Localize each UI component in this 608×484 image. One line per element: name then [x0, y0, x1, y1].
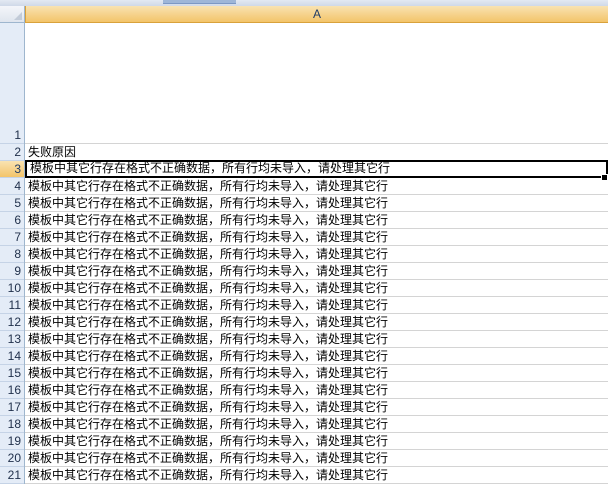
table-cell[interactable]: 模板中其它行存在格式不正确数据，所有行均未导入，请处理其它行 [25, 263, 608, 280]
row-header[interactable]: 5 [0, 195, 24, 212]
ribbon-tab-edge [163, 0, 236, 4]
row-header[interactable]: 16 [0, 382, 24, 399]
row-header[interactable]: 1 [0, 23, 24, 144]
table-cell[interactable]: 模板中其它行存在格式不正确数据，所有行均未导入，请处理其它行 [25, 280, 608, 297]
row-header[interactable]: 8 [0, 246, 24, 263]
table-cell[interactable]: 模板中其它行存在格式不正确数据，所有行均未导入，请处理其它行 [25, 450, 608, 467]
table-cell[interactable] [25, 23, 608, 144]
row-header[interactable]: 21 [0, 467, 24, 484]
row-header[interactable]: 14 [0, 348, 24, 365]
active-cell[interactable]: 模板中其它行存在格式不正确数据，所有行均未导入，请处理其它行 [25, 160, 608, 178]
header-cell[interactable]: 失败原因 [25, 144, 608, 161]
table-cell[interactable]: 模板中其它行存在格式不正确数据，所有行均未导入，请处理其它行 [25, 331, 608, 348]
table-cell[interactable]: 模板中其它行存在格式不正确数据，所有行均未导入，请处理其它行 [25, 416, 608, 433]
row-header[interactable]: 7 [0, 229, 24, 246]
table-cell[interactable]: 模板中其它行存在格式不正确数据，所有行均未导入，请处理其它行 [25, 467, 608, 484]
row-header[interactable]: 20 [0, 450, 24, 467]
table-cell[interactable]: 模板中其它行存在格式不正确数据，所有行均未导入，请处理其它行 [25, 399, 608, 416]
table-cell[interactable]: 模板中其它行存在格式不正确数据，所有行均未导入，请处理其它行 [25, 297, 608, 314]
select-all-button[interactable] [0, 6, 25, 23]
row-header[interactable]: 12 [0, 314, 24, 331]
row-headers: 1 2 3 4 5 6 7 8 9 10 11 12 13 14 15 16 17 18 19 20 21 [0, 23, 25, 484]
table-cell[interactable]: 模板中其它行存在格式不正确数据，所有行均未导入，请处理其它行 [25, 348, 608, 365]
table-cell[interactable]: 模板中其它行存在格式不正确数据，所有行均未导入，请处理其它行 [25, 178, 608, 195]
select-all-triangle-icon [14, 12, 22, 20]
table-cell[interactable]: 模板中其它行存在格式不正确数据，所有行均未导入，请处理其它行 [25, 314, 608, 331]
row-header[interactable]: 19 [0, 433, 24, 450]
table-cell[interactable]: 模板中其它行存在格式不正确数据，所有行均未导入，请处理其它行 [25, 433, 608, 450]
row-header[interactable]: 18 [0, 416, 24, 433]
row-header[interactable]: 13 [0, 331, 24, 348]
table-cell[interactable]: 模板中其它行存在格式不正确数据，所有行均未导入，请处理其它行 [25, 246, 608, 263]
row-header[interactable]: 10 [0, 280, 24, 297]
row-header[interactable]: 6 [0, 212, 24, 229]
fill-handle[interactable] [601, 174, 608, 181]
row-header[interactable]: 3 [0, 161, 24, 178]
table-cell[interactable]: 模板中其它行存在格式不正确数据，所有行均未导入，请处理其它行 [25, 382, 608, 399]
table-cell[interactable]: 模板中其它行存在格式不正确数据，所有行均未导入，请处理其它行 [25, 365, 608, 382]
row-header[interactable]: 4 [0, 178, 24, 195]
table-cell[interactable]: 模板中其它行存在格式不正确数据，所有行均未导入，请处理其它行 [25, 212, 608, 229]
column-header-a[interactable]: A [25, 6, 608, 23]
cell-grid: 失败原因 模板中其它行存在格式不正确数据，所有行均未导入，请处理其它行 模板中其它行… [25, 23, 608, 484]
row-header[interactable]: 9 [0, 263, 24, 280]
row-header[interactable]: 11 [0, 297, 24, 314]
row-header[interactable]: 17 [0, 399, 24, 416]
row-header[interactable]: 2 [0, 144, 24, 161]
row-header[interactable]: 15 [0, 365, 24, 382]
table-cell[interactable]: 模板中其它行存在格式不正确数据，所有行均未导入，请处理其它行 [25, 229, 608, 246]
table-cell[interactable]: 模板中其它行存在格式不正确数据，所有行均未导入，请处理其它行 [25, 195, 608, 212]
